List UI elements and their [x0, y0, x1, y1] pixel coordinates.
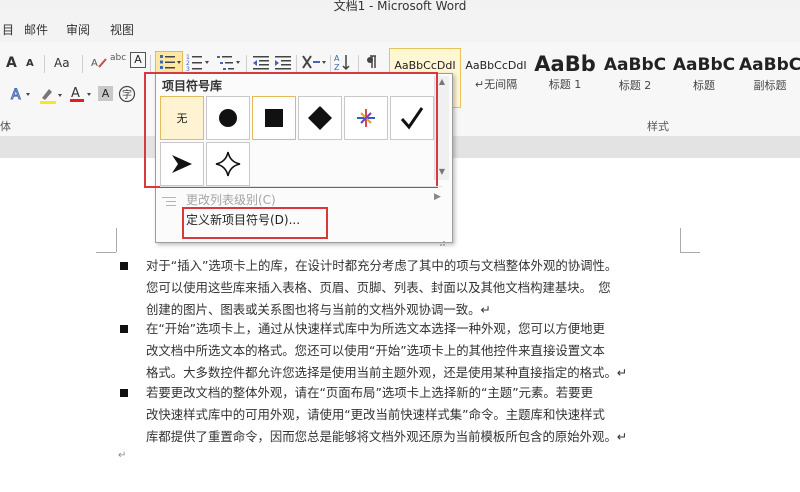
svg-text:字: 字: [122, 88, 132, 101]
font-color-button[interactable]: A: [68, 85, 94, 107]
svg-text:A: A: [91, 58, 98, 69]
clear-format-button[interactable]: A: [90, 55, 108, 74]
style-name: 标题: [693, 79, 715, 92]
font-group-label: 体: [0, 120, 11, 133]
style-heading-1[interactable]: AaBb 标题 1: [531, 48, 599, 108]
style-title[interactable]: AaBbC 标题: [671, 48, 737, 108]
window-title: 文档1 - Microsoft Word: [333, 0, 467, 13]
chinese-layout-icon: [302, 55, 326, 69]
svg-text:Z: Z: [334, 63, 340, 71]
ribbon-separator: [296, 55, 297, 73]
menu-item-view[interactable]: 目: [2, 21, 14, 38]
ribbon-separator: [44, 55, 45, 73]
text-effects-icon: A: [11, 87, 30, 104]
menu-separator: [160, 186, 442, 187]
crop-mark: [680, 252, 700, 253]
text-line: 改文档中所选文本的格式。您还可以使用“开始”选项卡上的其他控件来直接设置文本: [146, 343, 605, 358]
bullet-square: [120, 325, 128, 333]
menu-item-view-tab[interactable]: 视图: [110, 21, 134, 38]
text-line: 格式。大多数控件都允许您选择是使用当前主题外观，还是使用某种直接指定的格式。↵: [146, 365, 628, 380]
change-level-icon: [162, 192, 178, 211]
increase-indent-button[interactable]: [274, 54, 292, 74]
style-sample: AaBbC: [603, 55, 667, 75]
decrease-indent-button[interactable]: [252, 54, 270, 74]
character-border-button[interactable]: A: [130, 52, 146, 68]
style-name: 标题 2: [618, 79, 652, 92]
styles-group-label: 样式: [647, 120, 669, 133]
bullet-library-panel: 项目符号库 ▲ ▼ 无 更改列表级别(C) ▶ 定义新项目符号(D)...: [144, 72, 453, 246]
change-list-level-item[interactable]: 更改列表级别(C): [186, 191, 276, 208]
style-heading-2[interactable]: AaBbC 标题 2: [600, 48, 670, 108]
style-sample: AaBb: [534, 52, 596, 76]
text-line: 您可以使用这些库来插入表格、页眉、页脚、列表、封面以及其他文档构建基块。 您: [146, 280, 611, 295]
paragraph[interactable]: 若要更改文档的整体外观，请在“页面布局”选项卡上选择新的“主题”元素。若要更 改…: [146, 382, 680, 448]
style-sample: AaBbC: [739, 55, 800, 75]
clear-format-icon: A: [91, 58, 107, 69]
text-line: 改快速样式库中的可用外观，请使用“更改当前快速样式集”命令。主题库和快速样式: [146, 407, 605, 422]
phonetic-guide-button[interactable]: abc: [110, 53, 126, 63]
svg-text:A: A: [71, 86, 80, 101]
ribbon-separator: [246, 55, 247, 73]
menu-item-mailings[interactable]: 邮件: [24, 21, 48, 38]
svg-text:3: 3: [186, 66, 190, 71]
style-name: 副标题: [753, 79, 787, 92]
submenu-arrow-icon: ▶: [434, 192, 441, 202]
increase-indent-icon: [275, 56, 291, 70]
paragraph[interactable]: 对于“插入”选项卡上的库，在设计时都充分考虑了其中的项与文档整体外观的协调性。 …: [146, 255, 680, 321]
sort-icon: AZ: [334, 54, 350, 72]
shrink-font-button[interactable]: A: [26, 58, 34, 69]
paragraph[interactable]: 在“开始”选项卡上，通过从快速样式库中为所选文本选择一种外观，您可以方便地更 改…: [146, 318, 680, 384]
bullet-square: [120, 262, 128, 270]
style-name: ↵无间隔: [474, 78, 518, 91]
style-name: 标题 1: [548, 78, 582, 91]
ribbon-separator: [330, 55, 331, 73]
text-line: 在“开始”选项卡上，通过从快速样式库中为所选文本选择一种外观，您可以方便地更: [146, 321, 605, 336]
change-case-button[interactable]: Aa: [54, 56, 70, 70]
annotation-highlight: [144, 72, 438, 188]
text-effects-button[interactable]: A: [10, 86, 34, 106]
enclosed-char-icon: 字: [118, 85, 136, 103]
resize-grip-icon[interactable]: [438, 232, 446, 246]
ribbon-separator: [150, 55, 151, 73]
character-shading-button[interactable]: A: [98, 86, 113, 101]
crop-mark: [680, 228, 681, 252]
style-subtitle[interactable]: AaBbC 副标题: [738, 48, 800, 108]
svg-text:A: A: [334, 54, 340, 63]
bullets-icon: [160, 55, 181, 69]
style-no-spacing[interactable]: AaBbCcDdI ↵无间隔: [461, 48, 531, 108]
menu-item-review[interactable]: 审阅: [66, 21, 90, 38]
style-sample: AaBbC: [672, 55, 736, 75]
svg-text:A: A: [11, 87, 21, 102]
paragraph-mark: ↵: [118, 450, 127, 461]
crop-mark: [116, 228, 117, 252]
ribbon-separator: [82, 55, 83, 73]
highlighter-icon: [40, 89, 62, 104]
font-color-icon: A: [70, 86, 91, 102]
grow-font-button[interactable]: A: [6, 55, 17, 71]
highlight-button[interactable]: [38, 86, 64, 108]
multilevel-list-icon: [217, 56, 240, 70]
text-line: 若要更改文档的整体外观，请在“页面布局”选项卡上选择新的“主题”元素。若要更: [146, 385, 593, 400]
numbering-icon: 1 2 3: [186, 54, 209, 73]
text-line: 对于“插入”选项卡上的库，在设计时都充分考虑了其中的项与文档整体外观的协调性。: [146, 258, 618, 273]
ribbon-separator: [358, 55, 359, 73]
crop-mark: [96, 252, 116, 253]
pilcrow-icon: [367, 55, 376, 68]
text-line: 库都提供了重置命令，因而您总是能够将文档外观还原为当前模板所包含的原始外观。↵: [146, 429, 628, 444]
style-sample: AaBbCcDdI: [465, 59, 527, 72]
annotation-highlight: [182, 207, 328, 239]
bullets-button[interactable]: [155, 51, 183, 73]
enclose-characters-button[interactable]: 字: [118, 85, 136, 107]
style-sample: AaBbCcDdI: [394, 59, 456, 72]
decrease-indent-icon: [253, 56, 269, 70]
bullet-square: [120, 389, 128, 397]
